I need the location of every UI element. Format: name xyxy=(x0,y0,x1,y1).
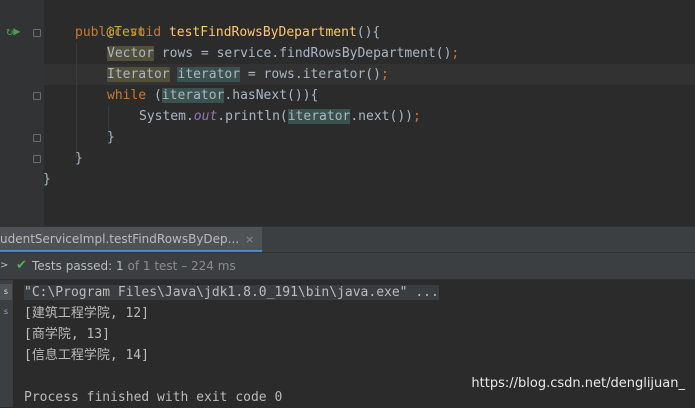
close-icon[interactable]: × xyxy=(245,233,254,246)
run-toolbar-strip: s s xyxy=(0,280,13,407)
code-line-annotation[interactable]: @Test xyxy=(75,1,145,40)
status-duration: – 224 ms xyxy=(181,259,236,273)
code-line-iterator[interactable]: Iterator iterator = rows.iterator(); xyxy=(107,64,389,85)
method-name: testFindRowsByDepartment xyxy=(168,25,357,40)
code-text: ( xyxy=(146,88,162,103)
fold-marker-icon[interactable] xyxy=(33,29,41,37)
code-editor[interactable]: ↻▶ @Test public void testFindRowsByDepar… xyxy=(0,0,695,226)
semicolon: ; xyxy=(412,109,421,124)
variable: iterator xyxy=(161,88,225,103)
test-status-text: Tests passed: 1 of 1 test – 224 ms xyxy=(32,253,236,279)
semicolon: ; xyxy=(380,67,389,82)
test-status-bar: > ✔ Tests passed: 1 of 1 test – 224 ms xyxy=(0,253,695,280)
run-tool-window: udentServiceImpl.testFindRowsByDep... × >… xyxy=(0,226,695,407)
fold-marker-icon[interactable] xyxy=(33,134,41,142)
console-output-line: [信息工程学院, 14] xyxy=(24,348,149,363)
variable: rows xyxy=(161,46,194,61)
checkmark-icon: ✔ xyxy=(16,258,27,273)
fold-marker-icon[interactable] xyxy=(33,155,41,163)
static-field: out xyxy=(193,109,218,124)
status-of-text: of 1 test xyxy=(127,259,178,273)
java-command: "C:\Program Files\Java\jdk1.8.0_191\bin\… xyxy=(24,285,439,300)
run-tab[interactable]: udentServiceImpl.testFindRowsByDep... × xyxy=(0,227,263,252)
run-test-icon[interactable]: ↻▶ xyxy=(6,25,20,37)
status-label: Tests passed: xyxy=(32,259,113,273)
console-output-line: "C:\Program Files\Java\jdk1.8.0_191\bin\… xyxy=(24,282,439,303)
run-tab-label: udentServiceImpl.testFindRowsByDep... xyxy=(0,232,240,246)
type-name: Vector xyxy=(107,46,154,61)
code-text: .println( xyxy=(217,109,288,124)
type-name: Iterator xyxy=(107,67,170,82)
code-line-close-class[interactable]: } xyxy=(43,169,51,190)
code-line-method-signature[interactable]: public void testFindRowsByDepartment(){ xyxy=(75,22,380,43)
passed-count: 1 xyxy=(116,259,124,273)
keyword: while xyxy=(107,88,147,103)
code-text: = rows.iterator() xyxy=(240,67,381,82)
toolbar-button[interactable]: s xyxy=(0,304,12,320)
brace: } xyxy=(43,172,51,187)
brace: } xyxy=(107,130,115,145)
code-text: = service.findRowsByDepartment() xyxy=(193,46,452,61)
chevron-right-icon[interactable]: > xyxy=(0,253,8,279)
code-text: .next()) xyxy=(350,109,413,124)
code-text: System. xyxy=(139,109,194,124)
fold-marker-icon[interactable] xyxy=(33,92,41,100)
console-output-line: [商学院, 13] xyxy=(24,327,110,342)
watermark: https://blog.csdn.net/denglijuan_ xyxy=(471,376,685,391)
console-output-line: Process finished with exit code 0 xyxy=(24,390,283,405)
code-text: .hasNext()){ xyxy=(224,88,319,103)
console-output-line: [建筑工程学院, 12] xyxy=(24,306,149,321)
code-line-while[interactable]: while (iterator.hasNext()){ xyxy=(107,85,318,106)
run-tab-bar: udentServiceImpl.testFindRowsByDep... × xyxy=(0,226,695,253)
semicolon: ; xyxy=(451,46,460,61)
brace: } xyxy=(75,151,83,166)
code-text: (){ xyxy=(356,25,381,40)
code-line-close-method[interactable]: } xyxy=(75,148,83,169)
code-line-close-while[interactable]: } xyxy=(107,127,115,148)
code-line-println[interactable]: System.out.println(iterator.next()); xyxy=(139,106,421,127)
editor-gutter: ↻▶ xyxy=(0,0,44,226)
variable: iterator xyxy=(287,109,351,124)
keyword: public xyxy=(75,25,122,40)
variable: iterator xyxy=(177,67,241,82)
keyword: void xyxy=(129,25,162,40)
toolbar-button[interactable]: s xyxy=(0,284,12,300)
code-line-vector[interactable]: Vector rows = service.findRowsByDepartme… xyxy=(107,43,459,64)
